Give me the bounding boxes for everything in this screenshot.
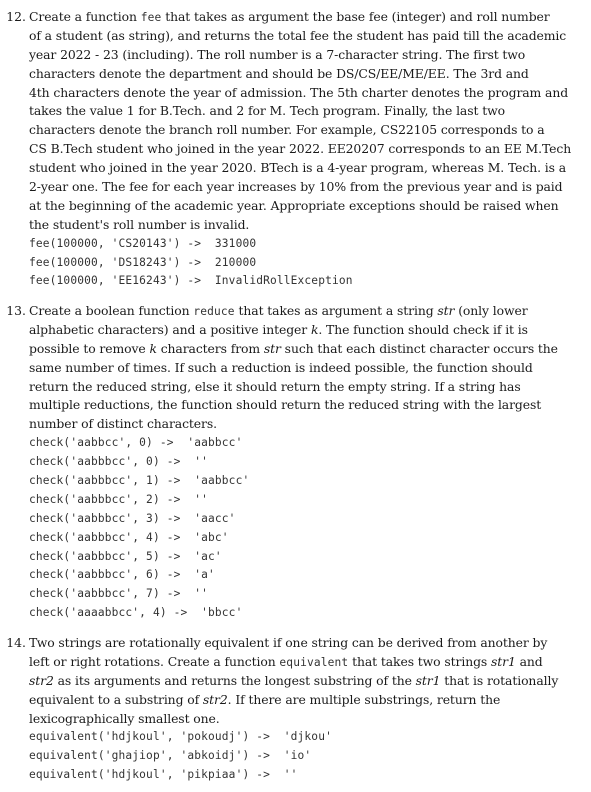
text-segment: return the reduced string, else it shoul… [29, 378, 521, 394]
inline-code: fee [140, 11, 162, 24]
italic-variable: str [437, 303, 455, 318]
text-segment: possible to remove [29, 340, 150, 356]
text-segment: . If there are multiple substrings, retu… [227, 691, 501, 707]
text-segment: characters denote the branch roll number… [29, 122, 545, 138]
text-segment: characters denote the department and sho… [29, 65, 529, 81]
code-example: fee(100000, 'CS20143') -> 331000 [29, 236, 257, 250]
paragraph-line: alphabetic characters) and a positive in… [29, 321, 557, 340]
code-example: fee(100000, 'DS18243') -> 210000 [29, 255, 257, 269]
text-segment: that is rotationally [440, 672, 559, 688]
text-segment: takes the value 1 for B.Tech. and 2 for … [29, 103, 505, 119]
text-segment: CS B.Tech student who joined in the year… [29, 141, 572, 157]
text-segment: multiple reductions, the function should… [29, 397, 542, 413]
text-segment: 4th characters denote the year of admiss… [29, 84, 569, 100]
italic-variable: str2 [29, 672, 54, 688]
paragraph-line: lexicographically smallest one. [29, 710, 557, 729]
paragraph-line: Two strings are rotationally equivalent … [29, 634, 557, 653]
paragraph-line: number of distinct characters. [29, 415, 557, 434]
text-segment: that takes two strings [348, 653, 492, 669]
paragraph-line: year 2022 - 23 (including). The roll num… [29, 46, 557, 65]
code-example: equivalent('ghajiop', 'abkoidj') -> 'io' [29, 749, 312, 763]
paragraph-line: return the reduced string, else it shoul… [29, 378, 557, 397]
paragraph-line: characters denote the department and sho… [29, 65, 557, 84]
paragraph-line: 4th characters denote the year of admiss… [29, 84, 568, 103]
paragraph-line: characters denote the branch roll number… [29, 121, 557, 140]
code-example: check('aaaabbcc', 4) -> 'bbcc' [29, 606, 243, 620]
paragraph-line: multiple reductions, the function should… [29, 396, 557, 415]
text-segment: that takes as argument the base fee (int… [161, 9, 550, 24]
paragraph-line: str2 as its arguments and returns the lo… [29, 672, 559, 691]
text-segment: that takes as argument a string [234, 303, 438, 318]
code-example: fee(100000, 'EE16243') -> InvalidRollExc… [29, 274, 353, 288]
paragraph-line: takes the value 1 for B.Tech. and 2 for … [29, 102, 557, 121]
code-example: check('aabbbcc', 1) -> 'aabbcc' [29, 474, 250, 488]
problem-number: 13. [6, 303, 26, 318]
code-example: equivalent('hdjkoul', 'pokoudj') -> 'djk… [29, 730, 332, 744]
paragraph-line: CS B.Tech student who joined in the year… [29, 140, 571, 159]
text-segment: the student's roll number is invalid. [29, 216, 250, 232]
inline-code: reduce [193, 305, 235, 318]
italic-variable: k [149, 340, 157, 356]
paragraph-line: student who joined in the year 2020. BTe… [29, 159, 566, 178]
paragraph-line: same number of times. If such a reductio… [29, 359, 557, 378]
inline-code: equivalent [279, 655, 349, 669]
problem-body: Two strings are rotationally equivalent … [29, 634, 559, 785]
paragraph-line: Create a boolean function reduce that ta… [29, 302, 557, 321]
code-example: check('aabbbcc', 0) -> '' [29, 455, 209, 469]
italic-variable: str [263, 340, 281, 356]
paragraph-line: Create a function fee that takes as argu… [29, 8, 557, 27]
paragraph-line: of a student (as string), and returns th… [29, 27, 566, 46]
code-example: check('aabbbcc', 6) -> 'a' [29, 568, 215, 582]
text-segment: . The function should check if it is [318, 321, 528, 337]
text-segment: alphabetic characters) and a positive in… [29, 321, 311, 337]
text-segment: and [515, 653, 543, 669]
code-example: check('aabbbcc', 2) -> '' [29, 492, 209, 506]
code-example: equivalent('hdjkoul', 'pikpiaa') -> '' [29, 768, 298, 782]
document-page: 12. Create a function fee that takes as … [0, 0, 591, 792]
text-segment: Create a function [29, 9, 141, 24]
paragraph-line: equivalent to a substring of str2. If th… [29, 691, 557, 710]
text-segment: Two strings are rotationally equivalent … [29, 635, 548, 650]
text-segment: number of distinct characters. [29, 416, 217, 432]
text-segment: Create a boolean function [29, 303, 194, 318]
problem-number: 14. [6, 635, 26, 650]
text-segment: at the beginning of the academic year. A… [29, 197, 559, 213]
text-segment: lexicographically smallest one. [29, 710, 220, 726]
italic-variable: str2 [202, 691, 228, 707]
paragraph-line: the student's roll number is invalid. [29, 216, 557, 235]
text-segment: year 2022 - 23 (including). The roll num… [29, 46, 526, 62]
code-example: check('aabbbcc', 7) -> '' [29, 587, 209, 601]
text-segment: 2-year one. The fee for each year increa… [29, 179, 563, 195]
paragraph-line: at the beginning of the academic year. A… [29, 197, 559, 216]
text-segment: characters from [156, 340, 264, 356]
code-example: check('aabbcc', 0) -> 'aabbcc' [29, 436, 243, 450]
text-segment: student who joined in the year 2020. BTe… [29, 160, 567, 176]
code-example: check('aabbbcc', 4) -> 'abc' [29, 530, 229, 544]
italic-variable: str1 [415, 672, 441, 688]
text-segment: such that each distinct character occurs… [280, 340, 558, 356]
text-segment: same number of times. If such a reductio… [29, 359, 533, 375]
problem-body: Create a function fee that takes as argu… [29, 8, 571, 291]
paragraph-line: left or right rotations. Create a functi… [29, 653, 557, 672]
code-example: check('aabbbcc', 5) -> 'ac' [29, 549, 222, 563]
text-segment: equivalent to a substring of [29, 691, 203, 707]
text-segment: left or right rotations. Create a functi… [29, 653, 280, 669]
problem-number: 12. [6, 9, 26, 24]
italic-variable: str1 [491, 653, 516, 669]
problem-body: Create a boolean function reduce that ta… [29, 302, 558, 623]
text-segment: (only lower [454, 303, 528, 318]
paragraph-line: possible to remove k characters from str… [29, 340, 558, 359]
paragraph-line: 2-year one. The fee for each year increa… [29, 178, 563, 197]
text-segment: as its arguments and returns the longest… [53, 672, 416, 688]
code-example: check('aabbbcc', 3) -> 'aacc' [29, 511, 236, 525]
text-segment: of a student (as string), and returns th… [29, 27, 567, 43]
